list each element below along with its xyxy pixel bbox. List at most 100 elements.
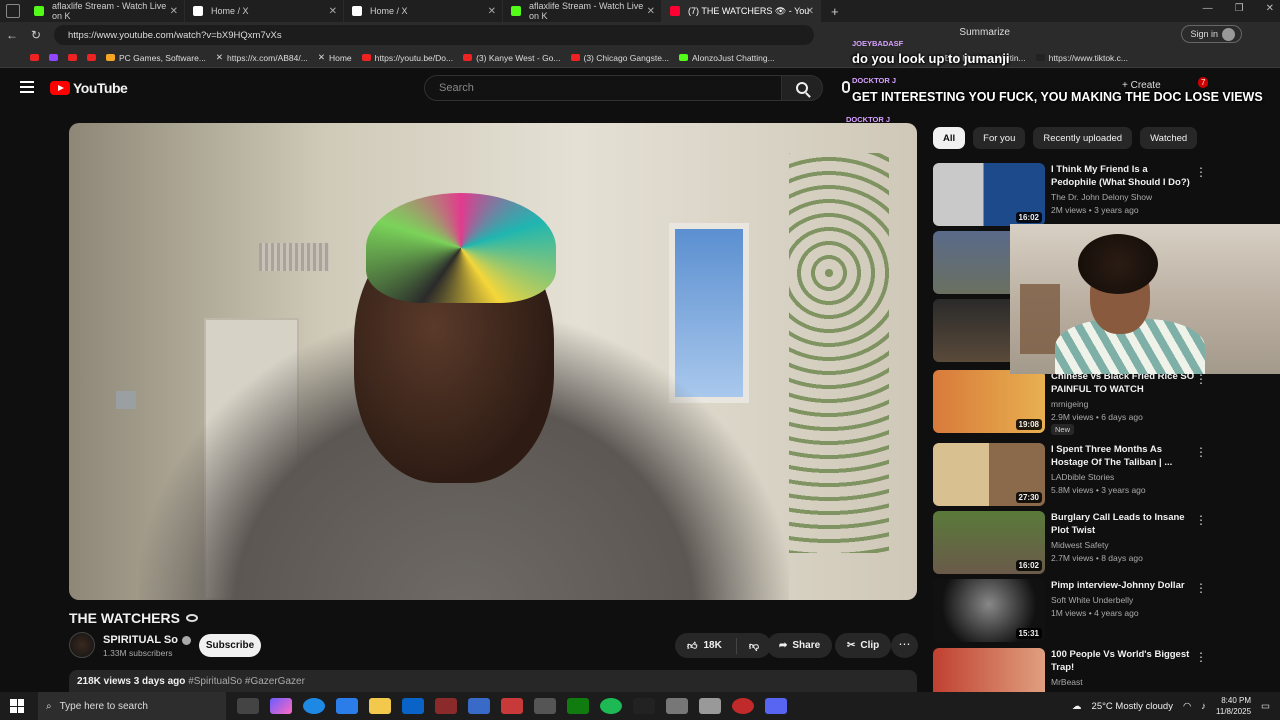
dislike-button[interactable]: 👎︎ <box>737 640 771 652</box>
clip-button[interactable]: ✂ Clip <box>835 633 892 658</box>
chip-for-you[interactable]: For you <box>973 127 1026 149</box>
app-icon[interactable] <box>699 698 721 714</box>
video-player[interactable] <box>69 123 917 600</box>
youtube-logo[interactable]: YouTube <box>50 80 128 96</box>
recommendation-item[interactable]: 16:02 Burglary Call Leads to Insane Plot… <box>933 511 1223 575</box>
scissors-icon: ✂ <box>847 640 856 651</box>
close-window-icon[interactable]: ✕ <box>1266 3 1274 14</box>
channel-name[interactable]: SPIRITUAL So <box>103 634 191 646</box>
eye-icon <box>185 614 198 622</box>
weather-text[interactable]: 25°C Mostly cloudy <box>1092 701 1173 712</box>
windows-start-icon[interactable] <box>10 699 24 713</box>
bookmark[interactable] <box>68 54 77 61</box>
close-tab-icon[interactable]: ✕ <box>329 6 337 17</box>
close-tab-icon[interactable]: ✕ <box>806 6 814 17</box>
more-actions-icon[interactable]: ⋯ <box>891 633 918 658</box>
close-tab-icon[interactable]: ✕ <box>647 6 655 17</box>
browser-tab[interactable]: aflaxlife Stream - Watch Live on K ✕ <box>26 0 185 22</box>
wifi-icon[interactable]: ◠ <box>1183 701 1191 712</box>
bookmark[interactable]: https://youtu.be/Do... <box>361 53 453 63</box>
app-icon[interactable] <box>468 698 490 714</box>
app-icon[interactable] <box>435 698 457 714</box>
bookmark[interactable]: ✕ Home <box>318 52 352 63</box>
share-button[interactable]: ➦ Share <box>767 633 833 658</box>
url-field[interactable]: https://www.youtube.com/watch?v=bX9HQxm7… <box>54 25 814 45</box>
bookmark[interactable]: (3) Kanye West - Go... <box>463 53 561 63</box>
store-icon[interactable] <box>336 698 358 714</box>
volume-icon[interactable]: ♪ <box>1201 701 1206 712</box>
back-icon[interactable]: ← <box>0 28 24 42</box>
close-tab-icon[interactable]: ✕ <box>170 6 178 17</box>
bookmark[interactable]: (3) Chicago Gangste... <box>570 53 669 63</box>
chip-recently-uploaded[interactable]: Recently uploaded <box>1033 127 1133 149</box>
like-button[interactable]: 👍︎ 18K <box>675 637 737 654</box>
video-thumbnail[interactable] <box>933 648 1045 692</box>
summarize-button[interactable]: Summarize <box>959 27 1010 38</box>
chip-watched[interactable]: Watched <box>1140 127 1198 149</box>
recommendation-item[interactable]: 16:02 I Think My Friend Is a Pedophile (… <box>933 163 1223 227</box>
bookmark[interactable]: AlonzoJust Chatting... <box>679 53 775 63</box>
x-logo-icon <box>193 6 203 16</box>
more-options-icon[interactable]: ⋮ <box>1195 372 1207 386</box>
more-options-icon[interactable]: ⋮ <box>1195 650 1207 664</box>
clock[interactable]: 8:40 PM 11/8/2025 <box>1216 695 1251 717</box>
search-input[interactable]: Search <box>424 75 782 101</box>
bookmark[interactable]: ✕ https://x.com/AB84/... <box>216 52 308 63</box>
youtube-icon <box>30 54 39 61</box>
search-button[interactable] <box>781 75 823 101</box>
video-thumbnail[interactable]: 19:08 <box>933 370 1045 433</box>
channel-avatar[interactable] <box>69 632 95 658</box>
bookmark[interactable] <box>87 54 96 61</box>
task-view-icon[interactable] <box>237 698 259 714</box>
recommendation-item[interactable]: 100 People Vs World's Biggest Trap! MrBe… <box>933 648 1223 692</box>
youtube-icon <box>50 81 70 95</box>
recommendation-item[interactable]: 27:30 I Spent Three Months As Hostage Of… <box>933 443 1223 507</box>
outlook-icon[interactable] <box>402 698 424 714</box>
bookmark[interactable]: PC Games, Software... <box>106 53 206 63</box>
xbox-icon[interactable] <box>567 698 589 714</box>
recommendation-item[interactable]: 15:31 Pimp interview-Johnny Dollar Soft … <box>933 579 1223 643</box>
file-explorer-icon[interactable] <box>369 698 391 714</box>
more-options-icon[interactable]: ⋮ <box>1195 513 1207 527</box>
browser-tab-active[interactable]: (7) THE WATCHERS 👁 - You ✕ <box>662 0 821 22</box>
browser-tab[interactable]: Home / X ✕ <box>344 0 503 22</box>
menu-icon[interactable] <box>20 81 34 93</box>
video-thumbnail[interactable]: 27:30 <box>933 443 1045 506</box>
recommendation-item[interactable]: 19:08 Chinese vs Black Fried Rice SO PAI… <box>933 370 1223 435</box>
video-thumbnail[interactable]: 15:31 <box>933 579 1045 642</box>
minimize-icon[interactable]: — <box>1203 3 1213 14</box>
thumbs-up-icon: 👍︎ <box>687 640 698 652</box>
more-options-icon[interactable]: ⋮ <box>1195 581 1207 595</box>
browser-tab[interactable]: aflaxlife Stream - Watch Live on K ✕ <box>503 0 662 22</box>
close-tab-icon[interactable]: ✕ <box>488 6 496 17</box>
youtube-icon <box>68 54 77 61</box>
app-icon[interactable] <box>732 698 754 714</box>
app-icon[interactable] <box>501 698 523 714</box>
app-icon[interactable] <box>666 698 688 714</box>
refresh-icon[interactable]: ↻ <box>24 28 48 42</box>
taskbar-search[interactable]: ⌕ Type here to search <box>38 692 226 720</box>
bookmark[interactable] <box>49 54 58 61</box>
notification-icon[interactable]: ▭ <box>1261 701 1270 712</box>
subscribe-button[interactable]: Subscribe <box>199 634 261 657</box>
spotify-icon[interactable] <box>600 698 622 714</box>
edge-icon[interactable] <box>303 698 325 714</box>
maximize-icon[interactable]: ❐ <box>1235 3 1244 14</box>
chip-all[interactable]: All <box>933 127 966 149</box>
discord-icon[interactable] <box>765 698 787 714</box>
new-tab-button[interactable]: + <box>831 4 839 19</box>
app-icon[interactable] <box>633 698 655 714</box>
bookmark[interactable] <box>30 54 39 61</box>
microphone-icon[interactable] <box>842 81 850 93</box>
browser-tab[interactable]: Home / X ✕ <box>185 0 344 22</box>
video-thumbnail[interactable]: 16:02 <box>933 163 1045 226</box>
tab-actions-icon[interactable] <box>6 4 20 18</box>
description-box[interactable]: 218K views 3 days ago #SpiritualSo #Gaze… <box>69 670 917 692</box>
video-frame-detail <box>789 153 889 553</box>
app-icon[interactable] <box>534 698 556 714</box>
video-thumbnail[interactable]: 16:02 <box>933 511 1045 574</box>
more-options-icon[interactable]: ⋮ <box>1195 165 1207 179</box>
copilot-icon[interactable] <box>270 698 292 714</box>
page-scrollbar[interactable] <box>1268 108 1280 692</box>
more-options-icon[interactable]: ⋮ <box>1195 445 1207 459</box>
